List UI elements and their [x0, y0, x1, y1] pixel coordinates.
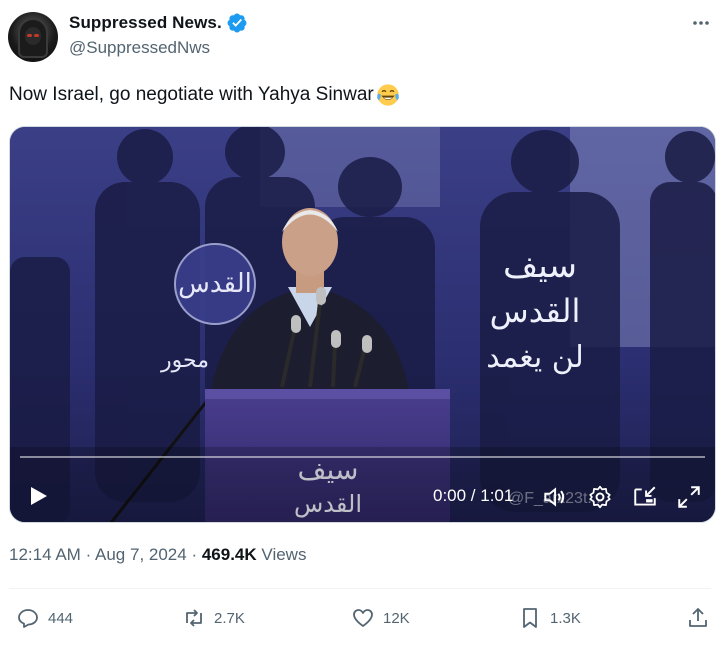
- author-display-name[interactable]: Suppressed News.: [69, 13, 222, 33]
- heart-icon: [353, 609, 373, 627]
- svg-text:لن يغمد: لن يغمد: [486, 340, 583, 375]
- tweet-time[interactable]: 12:14 AM: [9, 545, 81, 564]
- play-icon[interactable]: [27, 485, 49, 507]
- more-options-icon[interactable]: [690, 12, 712, 34]
- like-button[interactable]: 12K: [351, 606, 410, 630]
- avatar-eye-right: [34, 34, 39, 37]
- divider: [9, 588, 711, 589]
- views-label: Views: [261, 545, 307, 564]
- reply-icon: [18, 609, 38, 628]
- verified-badge-icon: [227, 13, 247, 33]
- meta-separator: ·: [85, 545, 96, 564]
- tweet-date[interactable]: Aug 7, 2024: [95, 545, 187, 564]
- video-time: 0:00 / 1:01: [433, 486, 514, 505]
- bookmark-icon: [523, 608, 537, 628]
- settings-gear-icon[interactable]: [587, 484, 613, 510]
- svg-text:القدس: القدس: [178, 269, 252, 299]
- repost-count: 2.7K: [214, 609, 245, 627]
- tears-of-joy-emoji-icon: [376, 84, 399, 106]
- reply-button[interactable]: 444: [16, 606, 73, 630]
- volume-icon[interactable]: [541, 484, 567, 510]
- author-handle[interactable]: @SuppressedNws: [69, 38, 210, 58]
- picture-in-picture-icon[interactable]: [632, 484, 658, 510]
- share-icon: [689, 608, 707, 627]
- avatar-eye-left: [27, 34, 32, 37]
- like-count: 12K: [383, 609, 410, 627]
- views-count: 469.4K: [201, 545, 257, 564]
- tweet-meta: 12:14 AM · Aug 7, 2024 · 469.4K Views: [9, 545, 306, 565]
- video-progress-bar[interactable]: [20, 456, 705, 458]
- repost-button[interactable]: 2.7K: [182, 606, 245, 630]
- video-frame: القدس محور سيف القدس لن يغمد سيف القدس: [10, 127, 715, 522]
- tweet-text-body: Now Israel, go negotiate with Yahya Sinw…: [9, 84, 374, 105]
- author-name-row[interactable]: Suppressed News.: [69, 13, 247, 33]
- svg-text:سيف: سيف: [503, 246, 577, 286]
- reply-count: 444: [48, 609, 74, 627]
- meta-separator: ·: [191, 545, 202, 564]
- share-button[interactable]: [686, 606, 710, 630]
- fullscreen-icon[interactable]: [676, 484, 702, 510]
- bookmark-button[interactable]: 1.3K: [518, 606, 581, 630]
- avatar[interactable]: [8, 12, 58, 62]
- bookmark-count: 1.3K: [550, 609, 581, 627]
- repost-icon: [186, 609, 202, 627]
- tweet-text: Now Israel, go negotiate with Yahya Sinw…: [9, 83, 400, 107]
- video-player[interactable]: القدس محور سيف القدس لن يغمد سيف القدس 0…: [9, 126, 716, 523]
- svg-text:محور: محور: [160, 348, 209, 373]
- svg-text:القدس: القدس: [490, 292, 581, 330]
